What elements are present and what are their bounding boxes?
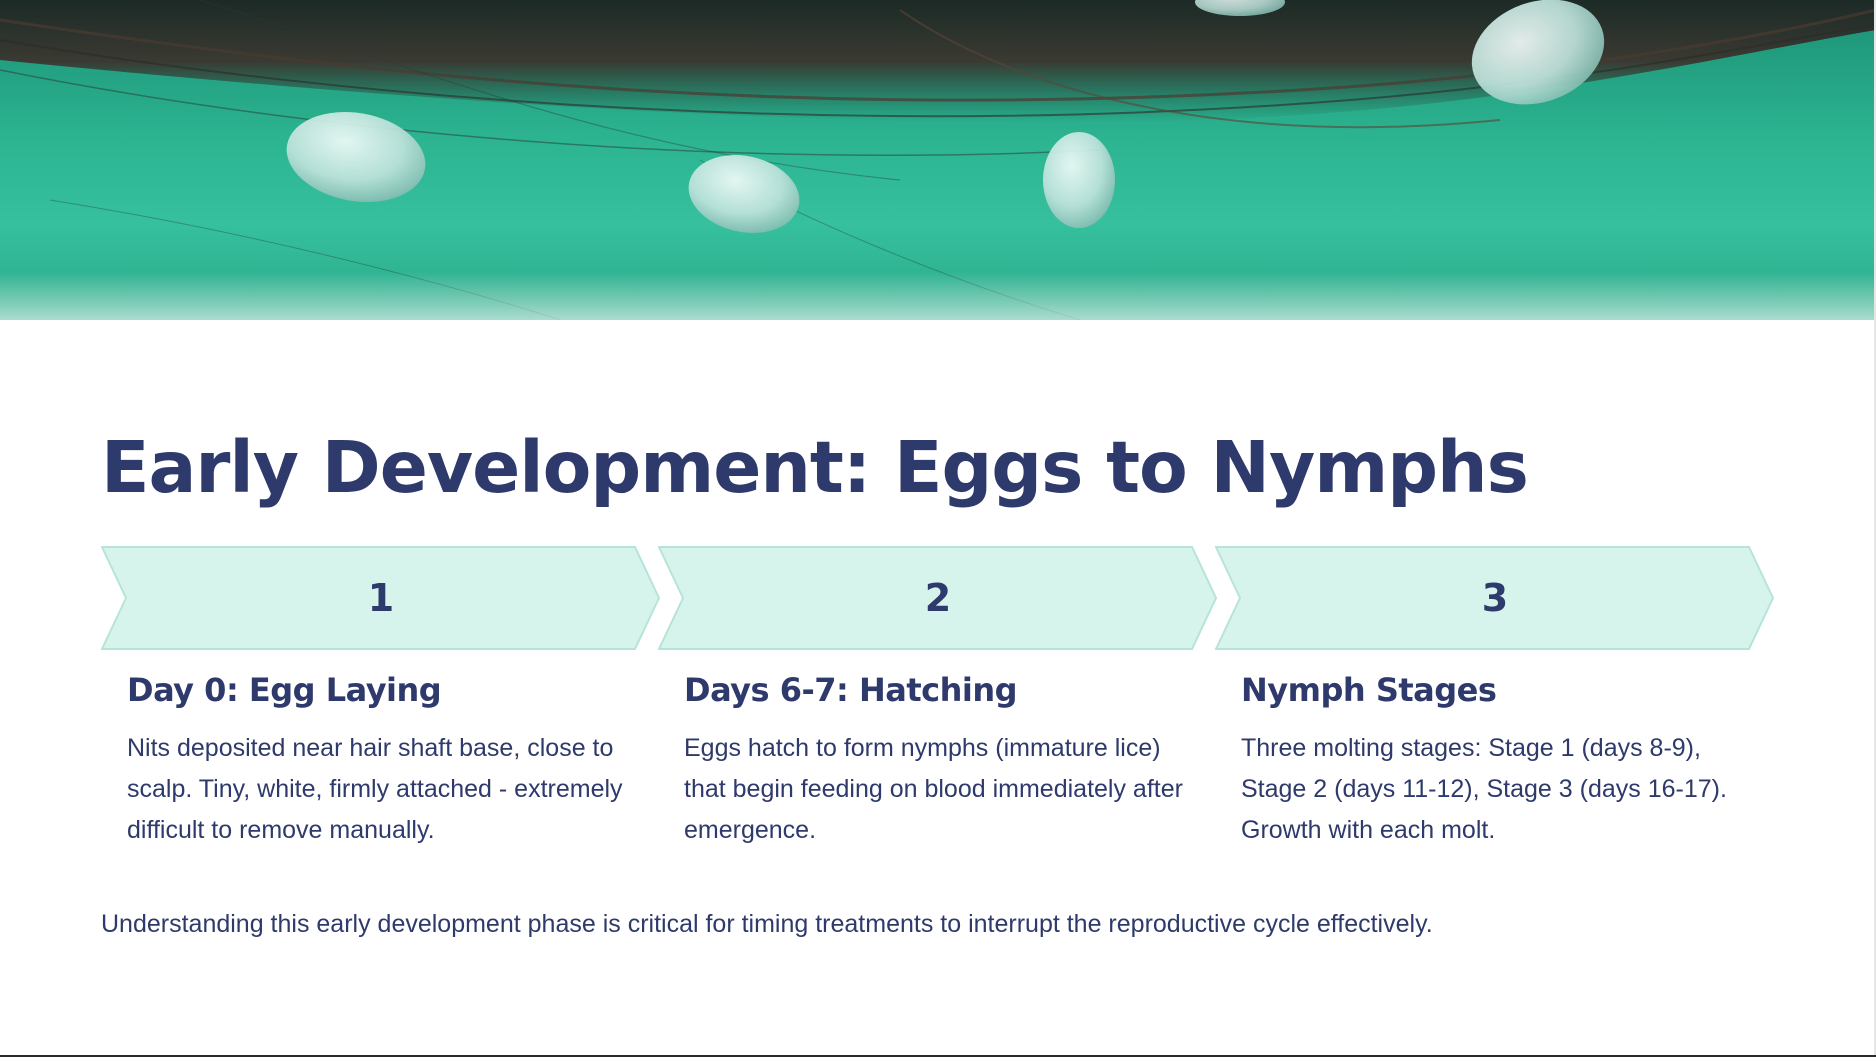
step-title: Nymph Stages [1241,671,1497,709]
step-description: Three molting stages: Stage 1 (days 8-9)… [1241,734,1727,844]
hero-image [0,0,1876,320]
step-number: 2 [924,576,952,620]
step-title: Day 0: Egg Laying [127,671,442,709]
step-number: 3 [1481,576,1509,620]
step-description: Nits deposited near hair shaft base, clo… [127,734,623,844]
hair-and-nits-illustration [0,0,1876,320]
page-title: Early Development: Eggs to Nymphs [101,426,1529,509]
step-number: 1 [367,576,395,620]
step-description: Eggs hatch to form nymphs (immature lice… [684,734,1183,844]
step-title: Days 6-7: Hatching [684,671,1018,709]
footer-note: Understanding this early development pha… [101,910,1433,938]
